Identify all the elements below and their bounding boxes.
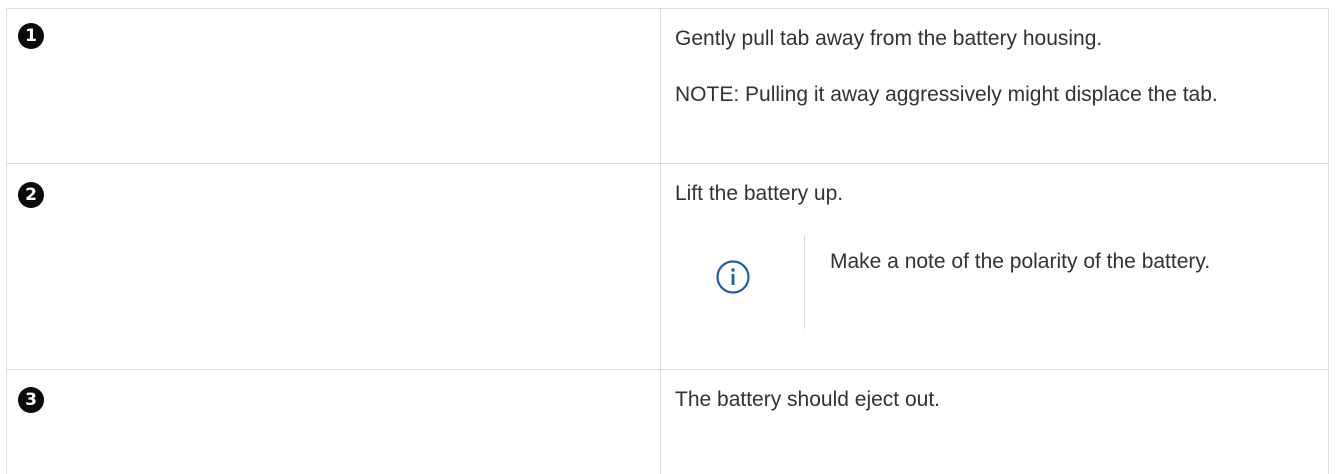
info-icon: [716, 260, 750, 294]
step-1-note: NOTE: Pulling it away aggressively might…: [675, 83, 1218, 106]
step-1-instruction: Gently pull tab away from the battery ho…: [675, 27, 1103, 50]
step-3-instruction: The battery should eject out.: [675, 388, 940, 411]
step-1-description-cell: Gently pull tab away from the battery ho…: [660, 8, 1329, 164]
step-3-callout-cell: 3: [6, 369, 661, 474]
callout-number-3-icon: 3: [18, 387, 44, 413]
step-row-1: 1 Gently pull tab away from the battery …: [6, 8, 1329, 164]
callout-number-2-icon: 2: [18, 182, 44, 208]
step-1-callout-cell: 1: [6, 8, 661, 164]
info-admonition: Make a note of the polarity of the batte…: [696, 235, 1310, 329]
step-2-callout-cell: 2: [6, 163, 661, 370]
step-3-description-cell: The battery should eject out.: [660, 369, 1329, 474]
step-2-instruction: Lift the battery up.: [675, 182, 844, 205]
procedure-steps-table: 1 Gently pull tab away from the battery …: [6, 8, 1329, 474]
step-row-2: 2 Lift the battery up. Make a note of th…: [6, 163, 1329, 370]
step-2-description-cell: Lift the battery up. Make a note of the …: [660, 163, 1329, 370]
step-row-3: 3 The battery should eject out.: [6, 369, 1329, 474]
admonition-text: Make a note of the polarity of the batte…: [830, 250, 1211, 273]
callout-number-1-icon: 1: [18, 23, 44, 49]
admonition-icon-column: [696, 235, 805, 329]
